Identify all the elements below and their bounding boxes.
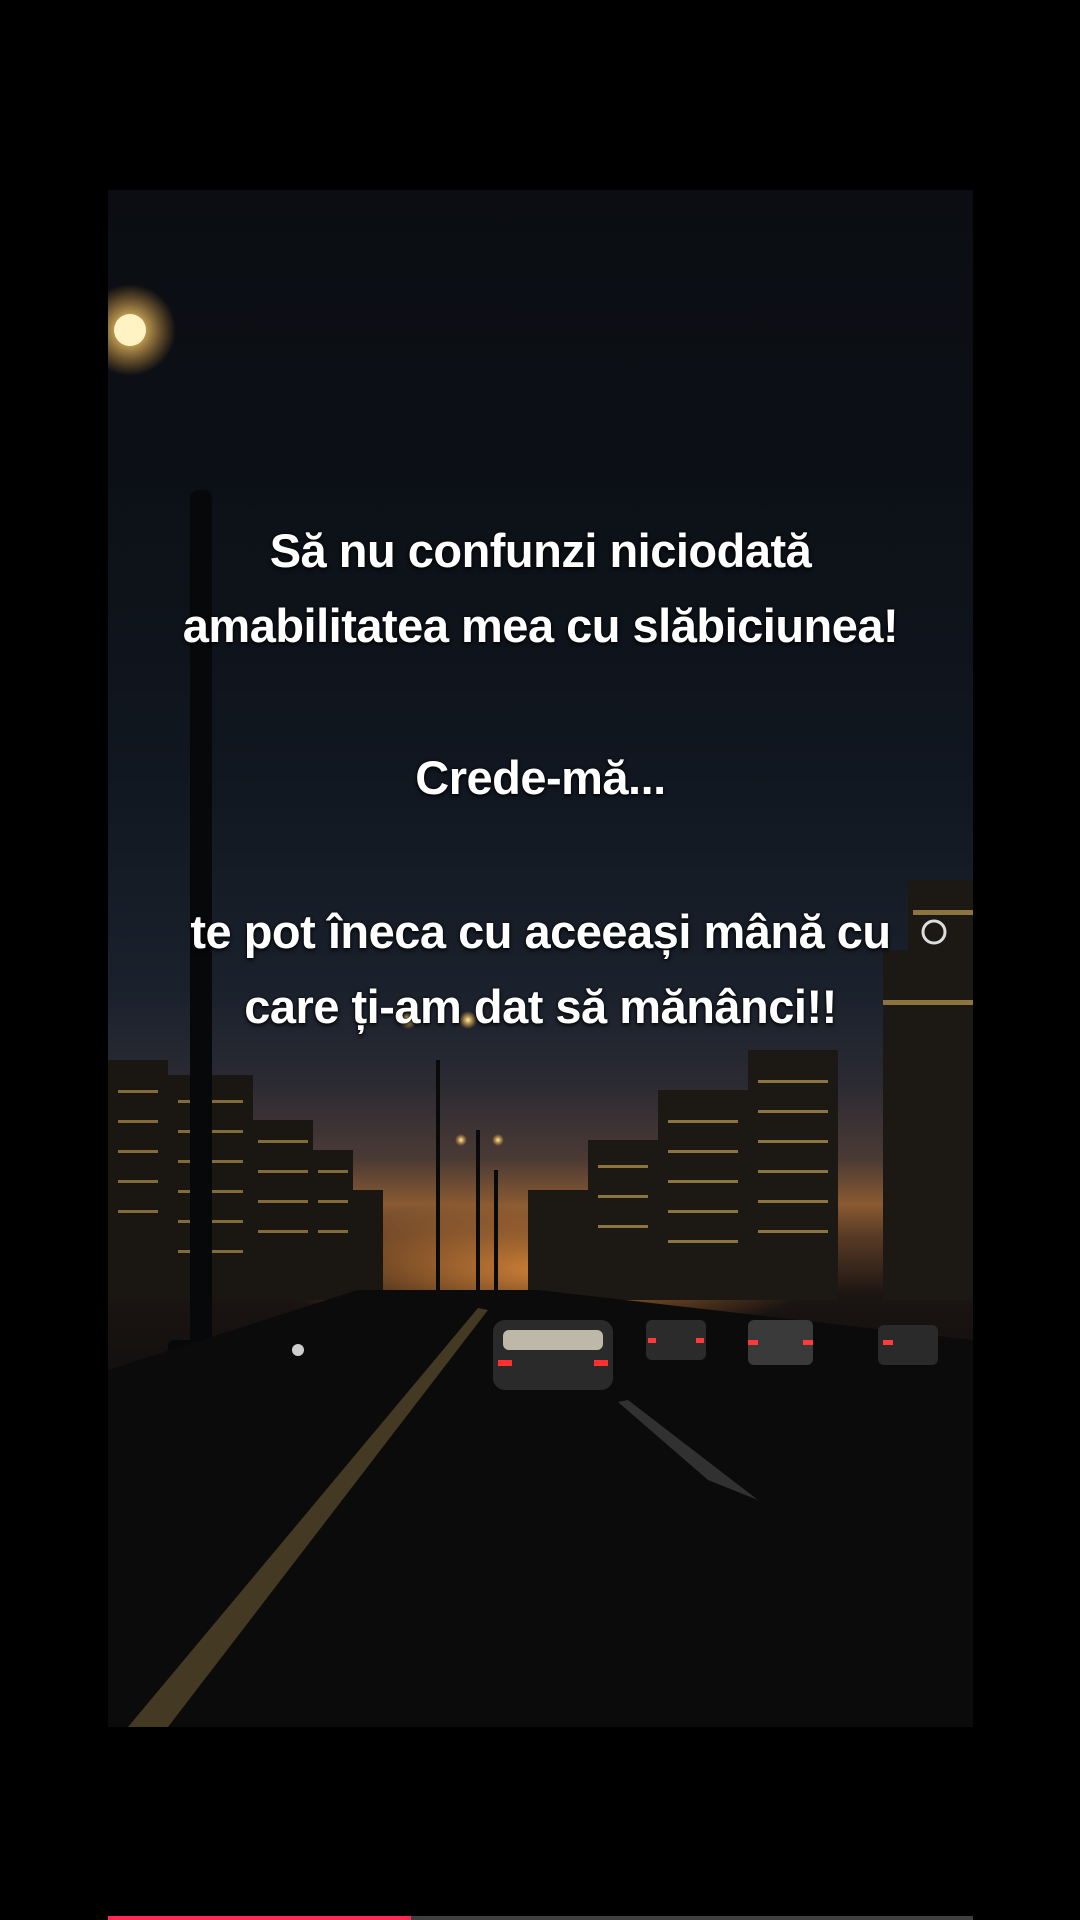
video-player[interactable]: Să nu confunzi niciodată amabilitatea me… [108,190,973,1727]
caption-line-2: amabilitatea mea cu slăbiciunea! [182,599,899,652]
caption-line-5: care ți-am dat să mănânci!! [244,980,837,1033]
caption-line-4: te pot îneca cu aceeași mână cu [190,905,891,958]
playback-progress-fill [108,1916,411,1920]
playback-progress-bar[interactable] [108,1916,973,1920]
caption-line-1: Să nu confunzi niciodată [269,524,812,577]
caption-line-3: Crede-mă... [415,751,666,804]
